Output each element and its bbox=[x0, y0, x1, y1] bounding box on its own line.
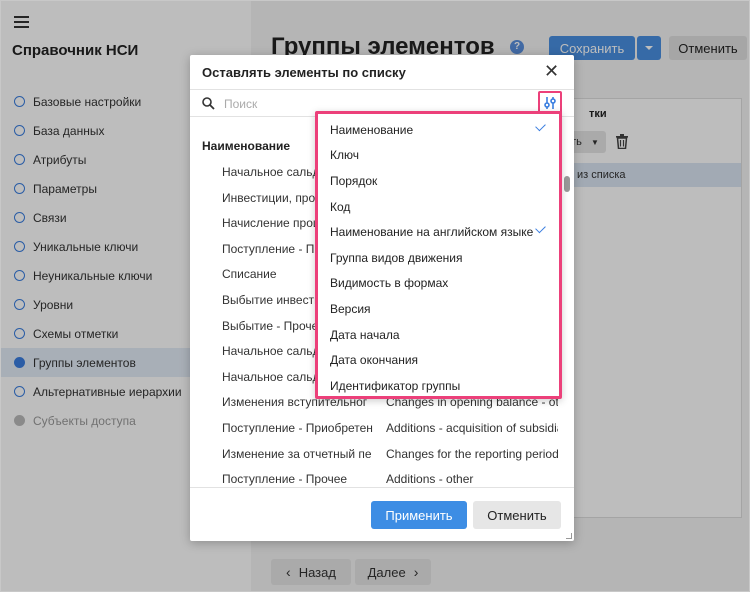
column-option-label: Идентификатор группы bbox=[330, 378, 461, 393]
column-option[interactable]: Идентификатор группы bbox=[318, 373, 559, 399]
column-option-label: Группа видов движения bbox=[330, 250, 463, 265]
list-item-english-name[interactable]: Additions - acquisition of subsidiar bbox=[386, 421, 558, 435]
column-option-label: Версия bbox=[330, 301, 371, 316]
list-item-name[interactable]: Поступление - Прочее bbox=[222, 472, 347, 486]
list-item-name[interactable]: Инвестиции, прои bbox=[222, 191, 322, 205]
column-option[interactable]: Ключ bbox=[318, 143, 559, 169]
list-item-name[interactable]: Выбытие - Прочее bbox=[222, 319, 325, 333]
column-option[interactable]: Наименование на английском языке bbox=[318, 219, 559, 245]
list-item-name[interactable]: Начальное сальд bbox=[222, 370, 320, 384]
column-option-label: Видимость в формах bbox=[330, 276, 449, 291]
dialog-cancel-button[interactable]: Отменить bbox=[473, 501, 561, 529]
list-item-name[interactable]: Начальное сальд bbox=[222, 165, 320, 179]
column-option-label: Порядок bbox=[330, 173, 378, 188]
column-option[interactable]: Дата окончания bbox=[318, 347, 559, 373]
column-option-label: Наименование на английском языке bbox=[330, 225, 534, 240]
column-option[interactable]: Код bbox=[318, 194, 559, 220]
dialog-title: Оставлять элементы по списку bbox=[202, 65, 406, 80]
column-option-label: Код bbox=[330, 199, 351, 214]
checkmark-icon bbox=[535, 223, 546, 234]
resize-handle[interactable] bbox=[566, 533, 572, 539]
list-item-name[interactable]: Изменение за отчетный пе bbox=[222, 447, 372, 461]
list-item-name[interactable]: Начальное сальд bbox=[222, 344, 320, 358]
list-item-english-name[interactable]: Additions - other bbox=[386, 472, 558, 486]
list-item-name[interactable]: Списание bbox=[222, 267, 277, 281]
checkmark-icon bbox=[535, 120, 546, 132]
column-option[interactable]: Дата начала bbox=[318, 322, 559, 348]
scrollbar-thumb[interactable] bbox=[564, 176, 570, 192]
search-icon bbox=[202, 97, 215, 110]
apply-button[interactable]: Применить bbox=[371, 501, 467, 529]
column-option[interactable]: Версия bbox=[318, 296, 559, 322]
column-header-name: Наименование bbox=[202, 139, 291, 153]
list-item-name[interactable]: Начисление проце bbox=[222, 216, 326, 230]
list-item-name[interactable]: Выбытие инвести bbox=[222, 293, 321, 307]
settings-sliders-icon bbox=[544, 97, 556, 109]
list-item-name[interactable]: Поступление - Приобретен bbox=[222, 421, 373, 435]
close-icon[interactable]: ✕ bbox=[544, 62, 559, 80]
app-window: Справочник НСИ Базовые настройки База дан… bbox=[0, 0, 750, 592]
column-option-label: Наименование bbox=[330, 122, 414, 137]
column-option-label: Ключ bbox=[330, 148, 359, 163]
column-option-label: Дата начала bbox=[330, 327, 400, 342]
column-option[interactable]: Наименование bbox=[318, 117, 559, 143]
columns-menu: Наименование Ключ Порядок Код Наименование н… bbox=[315, 111, 562, 399]
list-item-english-name[interactable]: Changes for the reporting period bbox=[386, 447, 558, 461]
column-option[interactable]: Порядок bbox=[318, 168, 559, 194]
column-option-label: Дата окончания bbox=[330, 353, 419, 368]
column-option[interactable]: Группа видов движения bbox=[318, 245, 559, 271]
list-item-name[interactable]: Поступление - Пр bbox=[222, 242, 321, 256]
column-option[interactable]: Видимость в формах bbox=[318, 271, 559, 297]
